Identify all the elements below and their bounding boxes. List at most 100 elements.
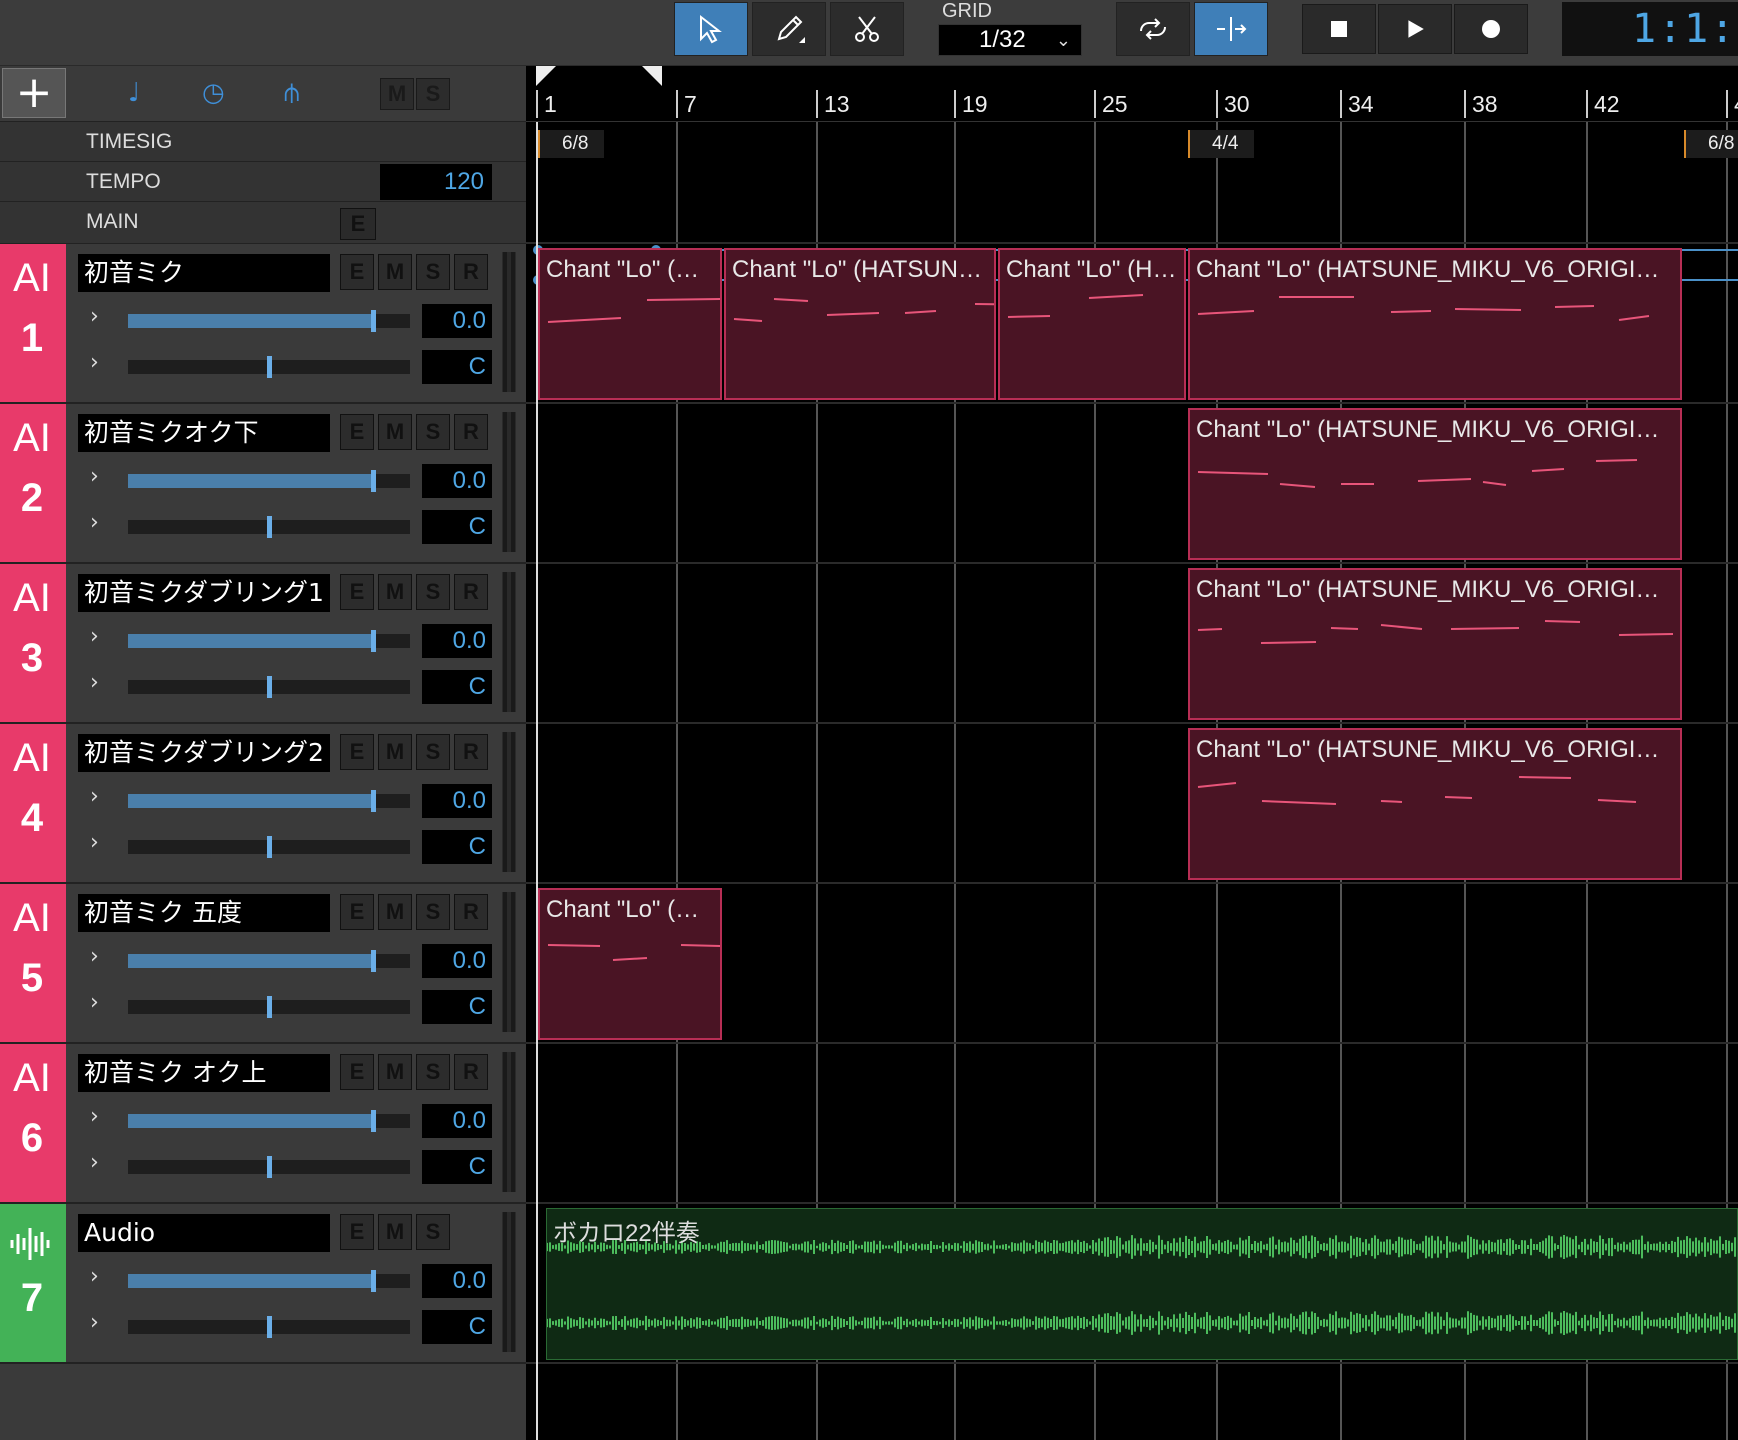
track-edit-button[interactable]: E (340, 574, 374, 610)
track-record-button[interactable]: R (454, 894, 488, 930)
chevron-right-icon[interactable]: › (90, 1264, 99, 1289)
pan-slider-knob[interactable] (267, 356, 272, 378)
pan-value[interactable]: C (422, 510, 492, 544)
playhead[interactable] (536, 122, 538, 1440)
volume-value[interactable]: 0.0 (422, 944, 492, 978)
volume-slider[interactable] (128, 630, 410, 652)
record-button[interactable] (1454, 4, 1528, 54)
track-solo-button[interactable]: S (416, 254, 450, 290)
vocal-region[interactable]: Chant "Lo" (HATSUN… (724, 248, 996, 400)
track-mute-button[interactable]: M (378, 1054, 412, 1090)
chevron-right-icon[interactable]: › (90, 830, 99, 855)
track-edit-button[interactable]: E (340, 894, 374, 930)
track-mute-button[interactable]: M (378, 574, 412, 610)
volume-slider[interactable] (128, 790, 410, 812)
track-color-strip[interactable]: AI 3 (0, 564, 66, 722)
track-name-field[interactable]: Audio (78, 1214, 330, 1252)
track-solo-button[interactable]: S (416, 1054, 450, 1090)
track-header-2[interactable]: AI 2 初音ミクオク下 EMSR › 0.0 › C (0, 404, 526, 564)
timesig-row[interactable]: TIMESIG (0, 122, 526, 162)
volume-value[interactable]: 0.0 (422, 464, 492, 498)
track-name-field[interactable]: 初音ミクダブリング2 (78, 734, 330, 772)
volume-value[interactable]: 0.0 (422, 1104, 492, 1138)
track-record-button[interactable]: R (454, 574, 488, 610)
vocal-region[interactable]: Chant "Lo" (HATSUNE_MIKU_V6_ORIGI… (1188, 728, 1682, 880)
volume-value[interactable]: 0.0 (422, 304, 492, 338)
pan-slider[interactable] (128, 516, 410, 538)
time-signature-marker[interactable]: 6/8 (1684, 130, 1738, 158)
track-name-field[interactable]: 初音ミク (78, 254, 330, 292)
pan-slider-knob[interactable] (267, 516, 272, 538)
arrangement-view[interactable]: 1 7 13 19 25 30 34 38 42 4 6/8 4/4 6/8 Chant "Lo" (… (526, 66, 1738, 1440)
track-record-button[interactable]: R (454, 254, 488, 290)
audio-region[interactable]: ボカロ22伴奏 (546, 1208, 1738, 1360)
vocal-region[interactable]: Chant "Lo" (HATSUNE_MIKU_V6_ORIGI… (1188, 408, 1682, 560)
chevron-right-icon[interactable]: › (90, 1104, 99, 1129)
volume-slider-knob[interactable] (371, 1110, 376, 1132)
pan-slider-knob[interactable] (267, 1316, 272, 1338)
pencil-tool-button[interactable] (752, 2, 826, 56)
track-header-1[interactable]: AI 1 初音ミク EMSR › 0.0 › C (0, 244, 526, 404)
pan-slider-knob[interactable] (267, 1156, 272, 1178)
main-edit-button[interactable]: E (340, 208, 376, 240)
track-record-button[interactable]: R (454, 1054, 488, 1090)
add-track-button[interactable]: + (2, 68, 66, 118)
track-header-7[interactable]: 7 Audio EMS › 0.0 › C (0, 1204, 526, 1364)
pan-value[interactable]: C (422, 990, 492, 1024)
volume-slider[interactable] (128, 1270, 410, 1292)
volume-slider[interactable] (128, 310, 410, 332)
vocal-region[interactable]: Chant "Lo" (HATSUNE_MIKU_V6_ORIGI… (1188, 248, 1682, 400)
pan-value[interactable]: C (422, 670, 492, 704)
volume-slider-knob[interactable] (371, 1270, 376, 1292)
follow-playhead-button[interactable] (1194, 2, 1268, 56)
chevron-right-icon[interactable]: › (90, 464, 99, 489)
track-solo-button[interactable]: S (416, 574, 450, 610)
pan-value[interactable]: C (422, 1150, 492, 1184)
volume-slider-knob[interactable] (371, 950, 376, 972)
chevron-right-icon[interactable]: › (90, 670, 99, 695)
pan-value[interactable]: C (422, 1310, 492, 1344)
track-color-strip[interactable]: AI 6 (0, 1044, 66, 1202)
volume-slider[interactable] (128, 1110, 410, 1132)
track-name-field[interactable]: 初音ミクダブリング1 (78, 574, 330, 612)
chevron-right-icon[interactable]: › (90, 624, 99, 649)
volume-value[interactable]: 0.0 (422, 784, 492, 818)
track-edit-button[interactable]: E (340, 1214, 374, 1250)
volume-slider-knob[interactable] (371, 790, 376, 812)
note-icon[interactable]: ♩ (128, 78, 140, 108)
pan-slider[interactable] (128, 1316, 410, 1338)
track-header-6[interactable]: AI 6 初音ミク オク上 EMSR › 0.0 › C (0, 1044, 526, 1204)
volume-slider[interactable] (128, 470, 410, 492)
chevron-right-icon[interactable]: › (90, 784, 99, 809)
tempo-row[interactable]: TEMPO 120 (0, 162, 526, 202)
track-color-strip[interactable]: AI 5 (0, 884, 66, 1042)
global-solo-button[interactable]: S (416, 78, 450, 110)
time-signature-marker[interactable]: 4/4 (1188, 130, 1255, 158)
timeline-ruler[interactable]: 1 7 13 19 25 30 34 38 42 4 (526, 66, 1738, 122)
track-edit-button[interactable]: E (340, 1054, 374, 1090)
track-mute-button[interactable]: M (378, 734, 412, 770)
loop-start-marker-icon[interactable] (536, 66, 560, 90)
volume-value[interactable]: 0.0 (422, 624, 492, 658)
chevron-right-icon[interactable]: › (90, 350, 99, 375)
select-tool-button[interactable] (674, 2, 748, 56)
track-header-4[interactable]: AI 4 初音ミクダブリング2 EMSR › 0.0 › C (0, 724, 526, 884)
pan-value[interactable]: C (422, 830, 492, 864)
track-mute-button[interactable]: M (378, 1214, 412, 1250)
pan-slider-knob[interactable] (267, 836, 272, 858)
pan-slider[interactable] (128, 356, 410, 378)
tuning-fork-icon[interactable]: ⫛ (284, 78, 299, 109)
track-solo-button[interactable]: S (416, 734, 450, 770)
track-name-field[interactable]: 初音ミクオク下 (78, 414, 330, 452)
time-signature-marker[interactable]: 6/8 (538, 130, 605, 158)
track-edit-button[interactable]: E (340, 414, 374, 450)
track-name-field[interactable]: 初音ミク オク上 (78, 1054, 330, 1092)
pan-slider[interactable] (128, 676, 410, 698)
clock-icon[interactable]: ◷ (202, 78, 225, 108)
volume-slider[interactable] (128, 950, 410, 972)
chevron-right-icon[interactable]: › (90, 1150, 99, 1175)
scissors-tool-button[interactable] (830, 2, 904, 56)
pan-value[interactable]: C (422, 350, 492, 384)
chevron-right-icon[interactable]: › (90, 510, 99, 535)
stop-button[interactable] (1302, 4, 1376, 54)
